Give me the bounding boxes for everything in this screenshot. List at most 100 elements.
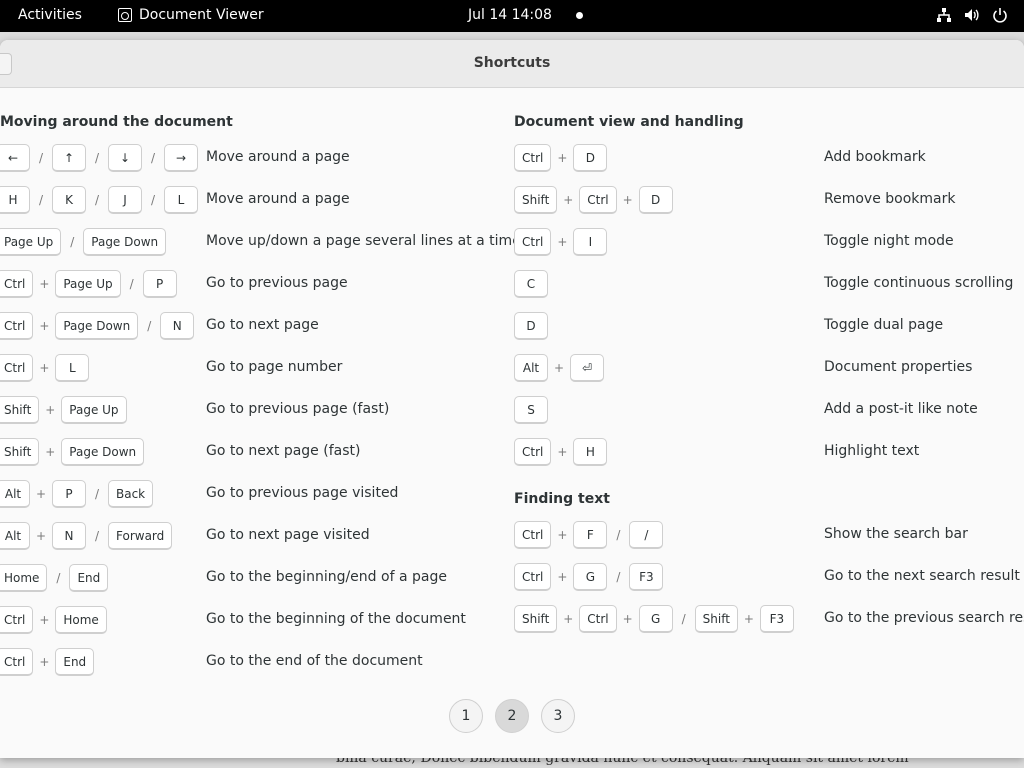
keycap: J	[108, 186, 142, 214]
combo-separator: +	[563, 612, 574, 626]
page-button-3[interactable]: 3	[541, 699, 575, 733]
shortcut-description: Toggle night mode	[824, 233, 954, 249]
shortcut-keys: Alt + ⏎	[514, 354, 604, 382]
combo-separator: +	[45, 403, 56, 417]
shortcut-row: ← / ↑ / ↓ / →	[0, 143, 198, 173]
keycap: ↑	[52, 144, 86, 172]
shortcut-description: Move around a page	[206, 191, 350, 207]
alternative-separator: /	[38, 193, 44, 207]
shortcut-row: Alt + ⏎	[514, 353, 604, 383]
shortcut-keys: Shift + Ctrl + G / Shift + F3	[514, 605, 794, 633]
keycap: Ctrl	[0, 312, 34, 340]
alternative-separator: /	[150, 151, 156, 165]
keycap: Ctrl	[514, 228, 552, 256]
shortcut-description: Go to next page (fast)	[206, 443, 361, 459]
section-title-moving: Moving around the document	[0, 114, 233, 130]
keycap: Ctrl	[0, 606, 34, 634]
shortcut-keys: D	[514, 312, 548, 340]
shortcut-row: Ctrl + G / F3	[514, 562, 664, 592]
keycap: F	[573, 521, 608, 549]
combo-separator: +	[622, 612, 633, 626]
shortcut-row: C	[514, 269, 548, 299]
combo-separator: +	[39, 613, 50, 627]
alternative-separator: /	[147, 319, 152, 333]
combo-separator: +	[557, 570, 568, 584]
shortcut-description: Go to previous page	[206, 275, 348, 291]
shortcut-description: Add a post-it like note	[824, 401, 978, 417]
keycap: L	[55, 354, 90, 382]
shortcut-description: Move around a page	[206, 149, 350, 165]
section-title-view: Document view and handling	[514, 114, 744, 130]
keycap: Page Up	[55, 270, 121, 298]
keycap: Forward	[108, 522, 173, 550]
shortcut-description: Add bookmark	[824, 149, 926, 165]
keycap: Ctrl	[0, 270, 34, 298]
power-icon[interactable]	[992, 7, 1008, 23]
alternative-separator: /	[94, 529, 100, 543]
shortcut-row: Ctrl + H	[514, 437, 608, 467]
alternative-separator: /	[38, 151, 44, 165]
shortcut-row: Ctrl + Page Up / P	[0, 269, 177, 299]
page-button-1[interactable]: 1	[449, 699, 483, 733]
keycap: Shift	[514, 186, 558, 214]
combo-separator: +	[557, 445, 568, 459]
shortcut-row: Home / End	[0, 563, 109, 593]
shortcut-description: Go to the end of the document	[206, 653, 423, 669]
keycap: Page Up	[61, 396, 127, 424]
keycap: H	[573, 438, 608, 466]
keycap: End	[55, 648, 95, 676]
alternative-separator: /	[681, 612, 686, 626]
combo-separator: +	[39, 319, 50, 333]
shortcut-row: S	[514, 395, 548, 425]
combo-separator: +	[45, 445, 56, 459]
keycap: G	[573, 563, 608, 591]
alternative-separator: /	[616, 528, 621, 542]
system-tray[interactable]	[936, 7, 1008, 23]
keycap: Shift	[514, 605, 558, 633]
shortcut-keys: C	[514, 270, 548, 298]
app-menu[interactable]: Document Viewer	[118, 7, 264, 23]
keycap: Alt	[0, 480, 30, 508]
shortcut-description: Toggle continuous scrolling	[824, 275, 1014, 291]
shortcut-description: Go to the next search result	[824, 568, 1020, 584]
shortcut-row: H / K / J / L	[0, 185, 198, 215]
shortcut-description: Toggle dual page	[824, 317, 944, 333]
page-button-2[interactable]: 2	[495, 699, 529, 733]
network-icon[interactable]	[936, 7, 952, 23]
alternative-separator: /	[129, 277, 134, 291]
shortcut-description: Go to previous page (fast)	[206, 401, 390, 417]
clock[interactable]: Jul 14 14:08	[468, 7, 552, 23]
alternative-separator: /	[94, 487, 100, 501]
keycap: L	[164, 186, 198, 214]
combo-separator: +	[35, 529, 47, 543]
keycap: D	[573, 144, 608, 172]
app-name: Document Viewer	[139, 7, 264, 23]
combo-separator: +	[557, 528, 568, 542]
shortcut-keys: Alt + P / Back	[0, 480, 154, 508]
shortcut-keys: Ctrl + End	[0, 648, 95, 676]
shortcut-description: Go to the beginning of the document	[206, 611, 466, 627]
keycap: Ctrl	[514, 521, 552, 549]
keycap: Ctrl	[514, 438, 552, 466]
shortcut-keys: S	[514, 396, 548, 424]
keycap: P	[142, 270, 177, 298]
keycap: Alt	[514, 354, 548, 382]
shortcut-keys: H / K / J / L	[0, 186, 198, 214]
shortcut-keys: Page Up / Page Down	[0, 228, 167, 256]
shortcut-keys: Shift + Page Down	[0, 438, 145, 466]
shortcut-row: Shift + Page Up	[0, 395, 127, 425]
alternative-separator: /	[94, 193, 100, 207]
volume-icon[interactable]	[964, 7, 980, 23]
combo-separator: +	[557, 235, 568, 249]
keycap: Home	[0, 564, 48, 592]
shortcut-description: Go to the previous search result	[824, 610, 1024, 626]
shortcut-description: Go to previous page visited	[206, 485, 399, 501]
shortcut-row: Ctrl + Page Down / N	[0, 311, 195, 341]
activities-button[interactable]: Activities	[18, 7, 82, 23]
shortcut-keys: Ctrl + D	[514, 144, 608, 172]
shortcut-row: Ctrl + L	[0, 353, 90, 383]
shortcut-description: Go to next page	[206, 317, 319, 333]
pagination: 123	[0, 699, 1024, 733]
shortcut-row: Shift + Ctrl + D	[514, 185, 673, 215]
keycap: K	[52, 186, 86, 214]
